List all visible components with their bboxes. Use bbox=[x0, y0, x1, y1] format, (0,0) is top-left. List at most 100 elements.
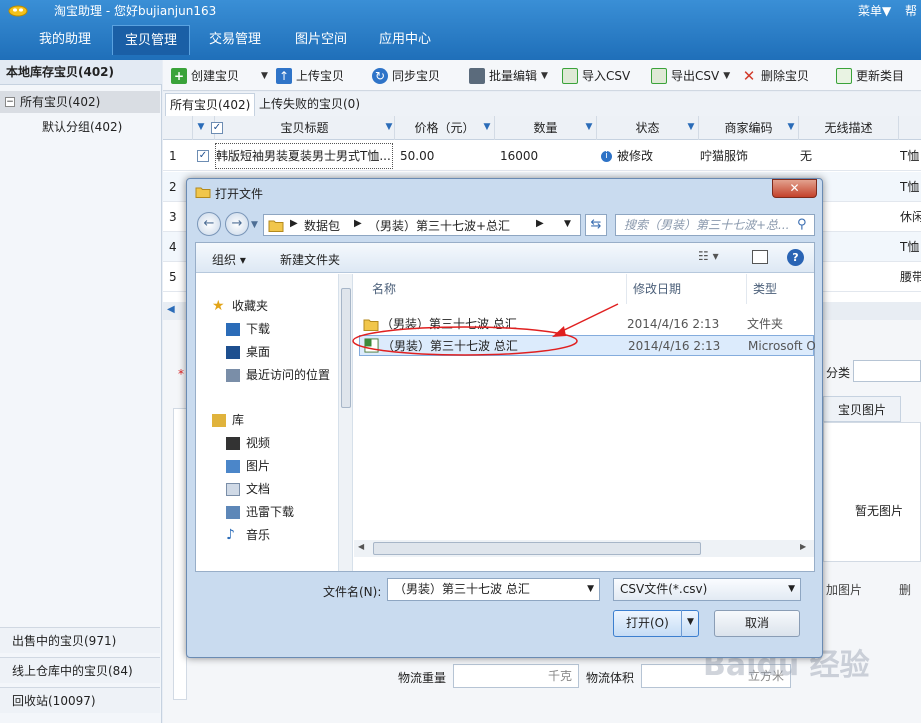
breadcrumb-separator-icon[interactable]: ▶ bbox=[354, 218, 362, 229]
export-csv-button[interactable]: 导出CSV ▼ bbox=[651, 66, 730, 86]
back-button[interactable]: ← bbox=[197, 212, 221, 236]
chevron-down-icon[interactable]: ▼ bbox=[788, 579, 795, 600]
merchant-code-cell[interactable]: 咛猫服饰 bbox=[700, 141, 748, 171]
filter-icon[interactable]: ▼ bbox=[197, 123, 205, 132]
breadcrumb-separator-icon[interactable]: ▶ bbox=[290, 218, 298, 229]
filter-icon[interactable]: ▼ bbox=[787, 123, 795, 132]
upload-item-button[interactable]: ↑ 上传宝贝 bbox=[276, 66, 344, 86]
nav-tab-trade-management[interactable]: 交易管理 bbox=[196, 25, 274, 55]
item-title-cell[interactable]: 韩版短袖男装夏装男士男式T恤... bbox=[215, 143, 393, 169]
add-image-button[interactable]: 加图片 bbox=[826, 581, 862, 598]
tree-collapse-icon[interactable]: − bbox=[5, 97, 15, 107]
nav-tab-my-assistant[interactable]: 我的助理 bbox=[26, 25, 104, 55]
tab-item-images[interactable]: 宝贝图片 bbox=[823, 396, 901, 422]
item-subtabs: 所有宝贝(402) 上传失败的宝贝(0) bbox=[163, 92, 921, 116]
weight-input[interactable]: 千克 bbox=[453, 664, 579, 688]
nav-recent-places[interactable]: 最近访问的位置 bbox=[226, 365, 330, 385]
nav-downloads[interactable]: 下载 bbox=[226, 319, 270, 339]
nav-desktop[interactable]: 桌面 bbox=[226, 342, 270, 362]
category-input[interactable] bbox=[853, 360, 921, 382]
scroll-right-icon[interactable]: ▶ bbox=[800, 542, 806, 551]
search-icon: ⚲ bbox=[797, 217, 807, 232]
column-header-status[interactable]: 状态 ▼ bbox=[597, 116, 699, 140]
help-icon[interactable]: ? bbox=[787, 249, 804, 266]
row-checkbox[interactable]: ✓ bbox=[197, 150, 209, 162]
close-button[interactable]: ✕ bbox=[772, 179, 817, 198]
help-button[interactable]: 帮 bbox=[905, 2, 917, 19]
history-dropdown-icon[interactable]: ▼ bbox=[251, 220, 258, 230]
nav-libraries[interactable]: 库 bbox=[212, 410, 244, 430]
refresh-button[interactable]: ⇆ bbox=[585, 214, 607, 236]
sidebar-item-online-warehouse[interactable]: 线上仓库中的宝贝(84) bbox=[0, 657, 160, 683]
scroll-left-icon[interactable]: ◀ bbox=[167, 304, 175, 315]
filter-icon[interactable]: ▼ bbox=[687, 123, 695, 132]
tree-item-all-items[interactable]: 所有宝贝(402) bbox=[0, 91, 160, 113]
update-category-button[interactable]: 更新类目 bbox=[836, 66, 904, 86]
preview-pane-icon[interactable] bbox=[752, 250, 768, 264]
nav-tab-item-management[interactable]: 宝贝管理 bbox=[112, 25, 190, 55]
column-header-type[interactable]: 类型 bbox=[747, 274, 814, 304]
nav-tab-app-center[interactable]: 应用中心 bbox=[366, 25, 444, 55]
column-header-title[interactable]: 宝贝标题 ▼ bbox=[215, 116, 395, 140]
delete-icon: ✕ bbox=[742, 67, 756, 85]
address-bar[interactable]: ▶ 数据包 ▶ （男装）第三十七波+总汇 ▶ ▼ bbox=[263, 214, 581, 236]
chevron-down-icon[interactable]: ▼ bbox=[261, 66, 268, 86]
new-folder-button[interactable]: 新建文件夹 bbox=[280, 251, 340, 268]
nav-favorites[interactable]: ★ 收藏夹 bbox=[212, 296, 268, 316]
nav-tab-image-space[interactable]: 图片空间 bbox=[282, 25, 360, 55]
chevron-down-icon[interactable]: ▼ bbox=[541, 66, 548, 86]
create-item-button[interactable]: + 创建宝贝 ▼ bbox=[171, 66, 268, 86]
scrollbar-thumb[interactable] bbox=[341, 288, 351, 408]
search-input[interactable]: 搜索（男装）第三十七波+总... bbox=[615, 214, 815, 236]
batch-edit-button[interactable]: 批量编辑 ▼ bbox=[469, 66, 548, 86]
video-icon bbox=[226, 436, 240, 450]
file-list-scrollbar[interactable]: ◀ ▶ bbox=[354, 540, 814, 557]
sidebar-item-on-sale[interactable]: 出售中的宝贝(971) bbox=[0, 627, 160, 653]
column-header-quantity[interactable]: 数量 ▼ bbox=[495, 116, 597, 140]
column-header-name[interactable]: 名称 bbox=[354, 274, 627, 304]
delete-item-button[interactable]: ✕ 删除宝贝 bbox=[741, 66, 809, 86]
view-options-icon[interactable]: ☷ ▾ bbox=[698, 249, 719, 263]
column-header-price[interactable]: 价格（元） ▼ bbox=[395, 116, 495, 140]
tab-upload-failed[interactable]: 上传失败的宝贝(0) bbox=[255, 93, 364, 116]
column-header-date-modified[interactable]: 修改日期 bbox=[627, 274, 747, 304]
tab-all-items[interactable]: 所有宝贝(402) bbox=[165, 93, 256, 116]
tree-item-default-group[interactable]: 默认分组(402) bbox=[42, 116, 122, 138]
nav-documents[interactable]: 文档 bbox=[226, 479, 270, 499]
quantity-cell[interactable]: 16000 bbox=[500, 141, 538, 171]
filter-icon[interactable]: ▼ bbox=[385, 123, 393, 132]
file-row-csv[interactable]: （男装）第三十七波 总汇 2014/4/16 2:13 Microsoft O bbox=[359, 335, 815, 356]
filename-input[interactable]: （男装）第三十七波 总汇 ▼ bbox=[387, 578, 600, 601]
nav-pictures[interactable]: 图片 bbox=[226, 456, 270, 476]
column-header-merchant-code[interactable]: 商家编码 ▼ bbox=[699, 116, 799, 140]
table-row[interactable]: 1 ✓ 韩版短袖男装夏装男士男式T恤... 50.00 16000 i 被修改 … bbox=[163, 141, 921, 171]
nav-xunlei-downloads[interactable]: 迅雷下载 bbox=[226, 502, 294, 522]
price-cell[interactable]: 50.00 bbox=[400, 141, 434, 171]
file-row-folder[interactable]: （男装）第三十七波 总汇 2014/4/16 2:13 文件夹 bbox=[359, 314, 814, 335]
address-dropdown-icon[interactable]: ▼ bbox=[564, 219, 571, 229]
chevron-down-icon[interactable]: ▼ bbox=[587, 579, 594, 600]
breadcrumb-item[interactable]: 数据包 bbox=[304, 217, 340, 234]
scrollbar-thumb[interactable] bbox=[373, 542, 701, 555]
nav-music[interactable]: ♪ 音乐 bbox=[226, 525, 270, 545]
filter-icon[interactable]: ▼ bbox=[483, 123, 491, 132]
navigation-scrollbar[interactable] bbox=[338, 274, 352, 571]
column-header-wireless-desc[interactable]: 无线描述 bbox=[799, 116, 899, 140]
import-csv-button[interactable]: 导入CSV bbox=[562, 66, 630, 86]
delete-image-button[interactable]: 删 bbox=[899, 581, 911, 598]
sync-item-button[interactable]: ↻ 同步宝贝 bbox=[372, 66, 440, 86]
breadcrumb-separator-icon[interactable]: ▶ bbox=[536, 218, 544, 229]
forward-button[interactable]: → bbox=[225, 212, 249, 236]
sidebar-item-recycle-bin[interactable]: 回收站(10097) bbox=[0, 687, 160, 713]
filter-icon[interactable]: ▼ bbox=[585, 123, 593, 132]
breadcrumb-item[interactable]: （男装）第三十七波+总汇 bbox=[368, 217, 510, 234]
open-options-dropdown[interactable]: ▼ bbox=[681, 610, 699, 637]
nav-videos[interactable]: 视频 bbox=[226, 433, 270, 453]
wireless-desc-cell[interactable]: 无 bbox=[800, 141, 812, 171]
chevron-down-icon[interactable]: ▼ bbox=[723, 66, 730, 86]
cancel-button[interactable]: 取消 bbox=[714, 610, 800, 637]
menu-button[interactable]: 菜单▼ bbox=[858, 2, 891, 19]
scroll-left-icon[interactable]: ◀ bbox=[358, 542, 364, 551]
filetype-select[interactable]: CSV文件(*.csv) ▼ bbox=[613, 578, 801, 601]
organize-menu[interactable]: 组织 ▾ bbox=[212, 251, 246, 268]
